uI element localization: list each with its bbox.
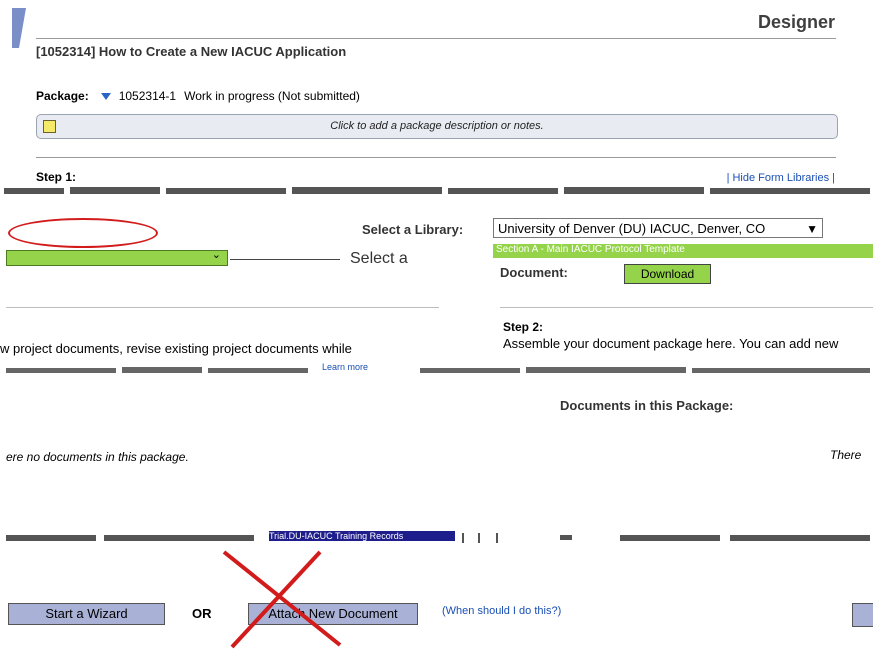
hide-form-libraries-link[interactable]: | Hide Form Libraries |: [727, 172, 835, 184]
step2-description: Assemble your document package here. You…: [503, 336, 839, 351]
no-documents-message: ere no documents in this package.: [6, 450, 189, 464]
select-document-label: Select a: [350, 250, 408, 267]
package-notes-bar[interactable]: Click to add a package description or no…: [36, 114, 838, 139]
right-column-divider: [500, 307, 873, 308]
library-select[interactable]: University of Denver (DU) IACUC, Denver,…: [493, 218, 823, 238]
package-expand-icon[interactable]: [100, 92, 111, 100]
or-separator: OR: [192, 606, 212, 621]
package-row: Package: 1052314-1 Work in progress (Not…: [36, 89, 360, 103]
start-wizard-button[interactable]: Start a Wizard: [8, 603, 165, 625]
step2-label: Step 2:: [503, 320, 544, 334]
dropdown-underline: [230, 259, 340, 260]
right-edge-button[interactable]: [852, 603, 873, 627]
annotation-red-circle: [8, 218, 158, 248]
annotation-red-x: [222, 550, 342, 649]
chevron-down-icon: ▼: [806, 222, 818, 236]
package-status: Work in progress (Not submitted): [184, 89, 360, 103]
designer-heading: Designer: [757, 12, 835, 32]
when-should-i-do-this-link[interactable]: (When should I do this?): [442, 605, 561, 617]
dropdown-arrow-icon: ⌄: [211, 249, 221, 261]
learn-more-link[interactable]: Learn more: [322, 362, 368, 372]
section-highlight[interactable]: Section A - Main IACUC Protocol Template: [493, 244, 873, 258]
left-column-divider: [6, 307, 439, 308]
step1-instructions-garbled: [0, 184, 873, 198]
document-label: Document:: [500, 265, 568, 280]
project-docs-description: w project documents, revise existing pro…: [0, 341, 352, 356]
header-divider: [36, 38, 836, 39]
garbled-detail-row: [0, 363, 873, 373]
page-corner-marker: [12, 8, 26, 48]
step1-label: Step 1:: [36, 170, 77, 184]
documents-in-package-heading: Documents in this Package:: [560, 398, 734, 413]
download-button[interactable]: Download: [624, 264, 711, 284]
select-library-label: Select a Library:: [362, 222, 464, 237]
package-label: Package:: [36, 89, 89, 103]
training-records-link[interactable]: Trial.DU-IACUC Training Records: [269, 531, 455, 541]
document-dropdown[interactable]: ⌄: [6, 249, 228, 266]
library-selected-value: University of Denver (DU) IACUC, Denver,…: [498, 220, 766, 236]
package-id: 1052314-1: [118, 89, 177, 103]
no-documents-message-right: There: [830, 448, 862, 462]
project-title: [1052314] How to Create a New IACUC Appl…: [36, 44, 347, 59]
section-divider: [36, 157, 836, 158]
notes-placeholder: Click to add a package description or no…: [330, 120, 544, 132]
